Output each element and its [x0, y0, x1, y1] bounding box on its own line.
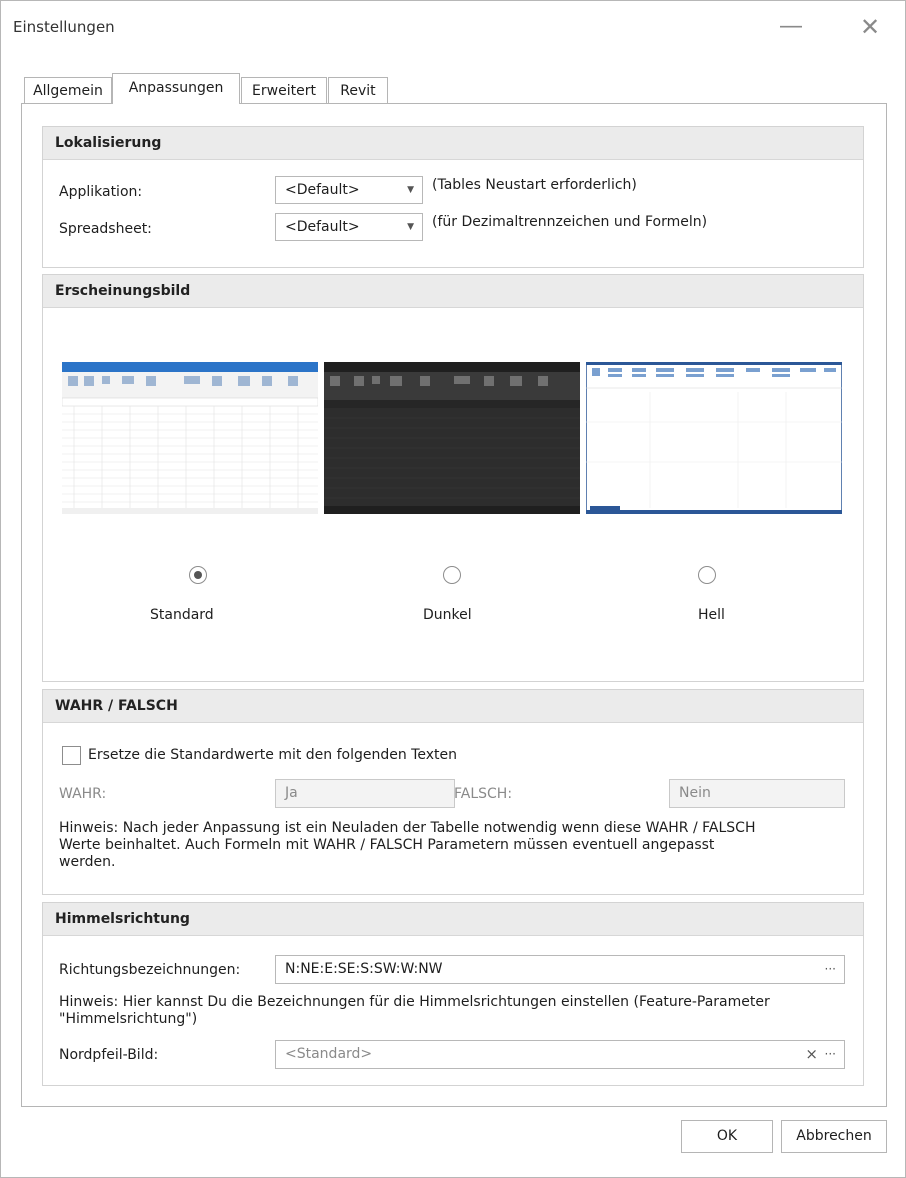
radio-dunkel[interactable] [443, 566, 461, 584]
true-false-group: WAHR / FALSCH Ersetze die Standardwerte … [42, 689, 864, 895]
localization-header: Lokalisierung [43, 127, 863, 160]
true-value-input[interactable]: Ja [275, 779, 455, 808]
ok-button[interactable]: OK [681, 1120, 773, 1153]
theme-label-hell: Hell [698, 607, 725, 623]
north-arrow-image-value: <Standard> [285, 1046, 373, 1062]
true-label: WAHR: [59, 786, 107, 802]
window-title: Einstellungen [13, 18, 115, 36]
direction-names-value: N:NE:E:SE:S:SW:W:NW [285, 961, 443, 977]
direction-note-line1: Hinweis: Hier kannst Du die Bezeichnunge… [59, 994, 770, 1010]
tab-erweitert[interactable]: Erweitert [241, 77, 327, 104]
true-false-note-line3: werden. [59, 854, 116, 870]
application-hint: (Tables Neustart erforderlich) [432, 177, 637, 193]
minimize-icon[interactable]: ― [776, 13, 806, 41]
localization-group: Lokalisierung Applikation: <Default> ▼ (… [42, 126, 864, 268]
spreadsheet-combo-value: <Default> [285, 219, 360, 235]
true-false-header: WAHR / FALSCH [43, 690, 863, 723]
direction-note-line2: "Himmelsrichtung") [59, 1011, 198, 1027]
clear-icon[interactable]: × [805, 1041, 818, 1068]
title-bar: Einstellungen ― ✕ [1, 1, 905, 53]
ellipsis-icon[interactable]: ··· [825, 956, 836, 982]
spreadsheet-hint: (für Dezimaltrennzeichen und Formeln) [432, 214, 708, 230]
chevron-down-icon: ▼ [407, 185, 414, 195]
tab-allgemein[interactable]: Allgemein [24, 77, 112, 104]
application-label: Applikation: [59, 184, 143, 200]
close-icon[interactable]: ✕ [855, 13, 885, 41]
theme-preview-dunkel[interactable] [324, 326, 580, 552]
application-combo[interactable]: <Default> ▼ [275, 176, 423, 204]
settings-dialog: Einstellungen ― ✕ Allgemein Anpassungen … [0, 0, 906, 1178]
spreadsheet-combo[interactable]: <Default> ▼ [275, 213, 423, 241]
false-value-input[interactable]: Nein [669, 779, 845, 808]
application-combo-value: <Default> [285, 182, 360, 198]
theme-radio-strip [62, 557, 846, 594]
appearance-header: Erscheinungsbild [43, 275, 863, 308]
spreadsheet-label: Spreadsheet: [59, 221, 152, 237]
direction-group: Himmelsrichtung Richtungsbezeichnungen: … [42, 902, 864, 1086]
radio-hell[interactable] [698, 566, 716, 584]
cancel-button[interactable]: Abbrechen [781, 1120, 887, 1153]
north-arrow-image-input[interactable]: <Standard> × ··· [275, 1040, 845, 1069]
theme-label-standard: Standard [150, 607, 214, 623]
direction-names-label: Richtungsbezeichnungen: [59, 962, 241, 978]
replace-defaults-label: Ersetze die Standardwerte mit den folgen… [88, 747, 457, 763]
false-label: FALSCH: [454, 786, 513, 802]
direction-names-input[interactable]: N:NE:E:SE:S:SW:W:NW ··· [275, 955, 845, 984]
chevron-down-icon: ▼ [407, 222, 414, 232]
direction-header: Himmelsrichtung [43, 903, 863, 936]
ellipsis-icon[interactable]: ··· [825, 1041, 836, 1067]
standard-theme-screenshot [62, 362, 318, 514]
radio-standard[interactable] [189, 566, 207, 584]
theme-label-dunkel: Dunkel [423, 607, 472, 623]
replace-defaults-checkbox[interactable] [62, 746, 81, 765]
true-false-note-line2: Werte beinhaltet. Auch Formeln mit WAHR … [59, 837, 715, 853]
tab-revit[interactable]: Revit [328, 77, 388, 104]
light-theme-screenshot [586, 362, 842, 514]
north-arrow-image-label: Nordpfeil-Bild: [59, 1047, 159, 1063]
tab-anpassungen[interactable]: Anpassungen [112, 73, 240, 104]
tab-panel-anpassungen: Lokalisierung Applikation: <Default> ▼ (… [21, 103, 887, 1107]
theme-preview-standard[interactable] [62, 326, 318, 552]
theme-preview-hell[interactable] [586, 326, 842, 552]
dark-theme-screenshot [324, 362, 580, 514]
true-false-note-line1: Hinweis: Nach jeder Anpassung ist ein Ne… [59, 820, 756, 836]
